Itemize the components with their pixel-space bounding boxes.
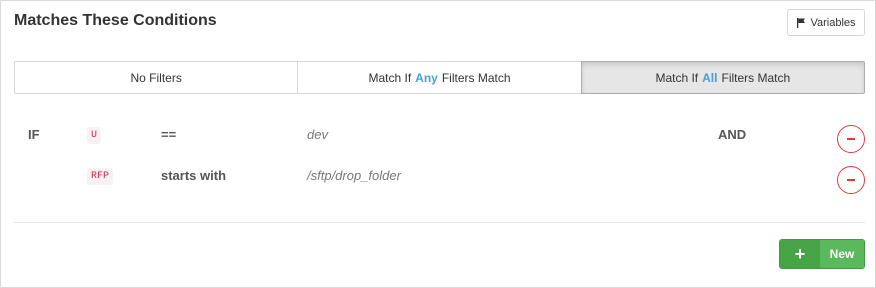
tab-no-filters[interactable]: No Filters xyxy=(14,61,299,94)
filter-mode-tabs: No Filters Match If Any Filters Match Ma… xyxy=(14,61,865,94)
tab-label-highlight: Any xyxy=(415,70,438,85)
condition-keyword: IF xyxy=(28,127,40,142)
condition-value[interactable]: dev xyxy=(307,121,328,149)
tab-match-any[interactable]: Match If Any Filters Match xyxy=(297,61,582,94)
variable-badge[interactable]: RFP xyxy=(87,168,114,185)
remove-condition-button[interactable] xyxy=(837,166,865,194)
variables-button[interactable]: Variables xyxy=(787,9,865,36)
tab-label: No Filters xyxy=(130,70,182,85)
variable-badge[interactable]: U xyxy=(87,127,102,144)
tab-label-prefix: Match If xyxy=(655,70,699,85)
plus-icon: + xyxy=(780,240,820,268)
conditions-panel: Matches These Conditions Variables No Fi… xyxy=(0,0,876,288)
condition-row: IF U == dev AND xyxy=(1,121,876,153)
new-button-label: New xyxy=(820,240,864,268)
condition-conjunction[interactable]: AND xyxy=(718,121,746,149)
variables-button-label: Variables xyxy=(810,16,856,29)
condition-operator[interactable]: == xyxy=(161,121,176,149)
divider xyxy=(14,222,865,223)
condition-row: RFP starts with /sftp/drop_folder xyxy=(1,162,876,194)
condition-operator[interactable]: starts with xyxy=(161,162,226,190)
tab-label-suffix: Filters Match xyxy=(721,70,791,85)
condition-value[interactable]: /sftp/drop_folder xyxy=(307,162,401,190)
minus-icon xyxy=(847,138,855,140)
tab-label-highlight: All xyxy=(702,70,718,85)
remove-condition-button[interactable] xyxy=(837,125,865,153)
tab-label-suffix: Filters Match xyxy=(441,70,511,85)
new-condition-button[interactable]: + New xyxy=(779,239,865,269)
tab-match-all[interactable]: Match If All Filters Match xyxy=(580,61,865,94)
minus-icon xyxy=(847,179,855,181)
flag-icon xyxy=(797,17,806,28)
panel-title: Matches These Conditions xyxy=(14,12,217,29)
tab-label-prefix: Match If xyxy=(368,70,412,85)
